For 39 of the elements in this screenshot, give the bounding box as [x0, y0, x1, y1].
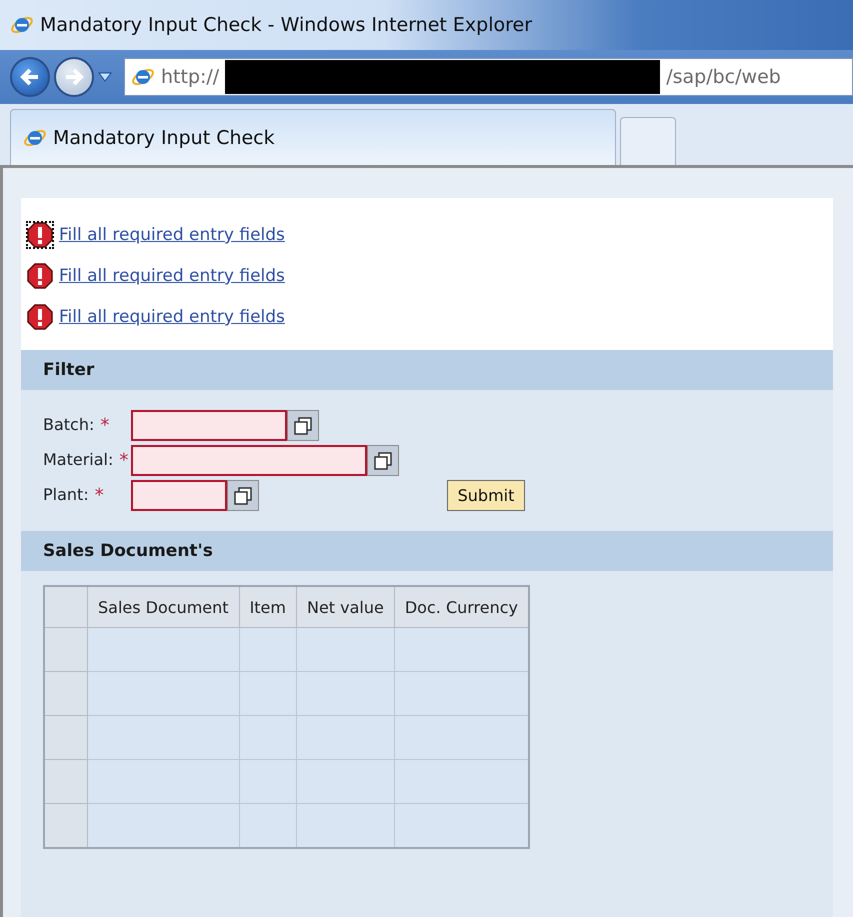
field-label: Batch: [43, 415, 94, 436]
value-help-button[interactable] [227, 480, 259, 511]
dropdown-arrow-icon[interactable] [98, 72, 112, 82]
required-mark: * [119, 450, 128, 471]
value-help-button[interactable] [367, 445, 399, 476]
table-corner-cell [44, 586, 88, 628]
url-prefix: http:// [161, 66, 220, 88]
submit-button[interactable]: Submit [446, 480, 526, 511]
column-header: Doc. Currency [394, 586, 530, 628]
column-header: Net value [296, 586, 394, 628]
error-message-link[interactable]: Fill all required entry fields [59, 225, 285, 245]
url-suffix: /sap/bc/web [666, 66, 781, 88]
required-mark: * [100, 415, 110, 436]
forward-button[interactable] [54, 57, 94, 97]
input-field[interactable] [131, 410, 287, 441]
field-label: Plant: [43, 485, 89, 506]
input-field[interactable] [131, 445, 367, 476]
column-header: Item [239, 586, 296, 628]
left-arrow-icon [19, 66, 41, 88]
error-icon [27, 263, 53, 289]
value-help-button[interactable] [287, 410, 319, 441]
browser-tab[interactable]: Mandatory Input Check [10, 109, 616, 165]
back-button[interactable] [10, 57, 50, 97]
value-help-icon [374, 452, 392, 470]
error-icon [27, 222, 53, 248]
error-icon [27, 304, 53, 330]
required-mark: * [94, 485, 104, 506]
error-message-link[interactable]: Fill all required entry fields [59, 266, 285, 286]
error-message-link[interactable]: Fill all required entry fields [59, 307, 285, 327]
right-arrow-icon [63, 66, 85, 88]
window-title: Mandatory Input Check - Windows Internet Explorer [40, 14, 532, 36]
value-help-icon [294, 416, 312, 434]
column-header: Sales Document [88, 586, 240, 628]
field-label: Material: [43, 450, 114, 471]
address-bar[interactable]: http:// /sap/bc/web [124, 58, 853, 96]
section-header: Sales Document's [21, 531, 833, 571]
value-help-icon [234, 486, 252, 504]
input-field[interactable] [131, 480, 227, 511]
section-header: Filter [21, 350, 833, 390]
